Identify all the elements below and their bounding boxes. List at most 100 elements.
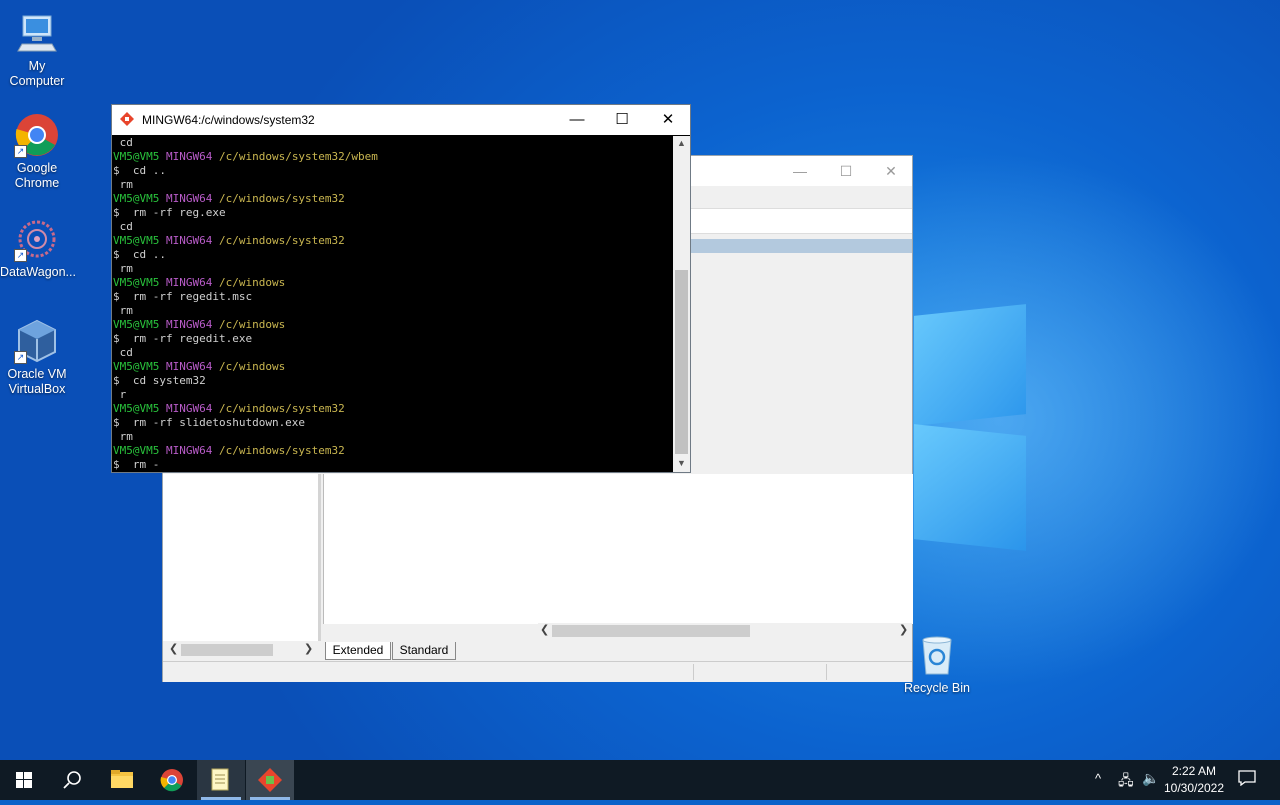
status-divider — [826, 664, 827, 680]
git-bash-icon — [120, 112, 134, 126]
prompt-system: MINGW64 — [159, 360, 213, 373]
tab-standard[interactable]: Standard — [392, 642, 456, 660]
datawagon-icon: ↗ — [14, 216, 60, 262]
prompt-path: /c/windows/system32 — [212, 402, 345, 415]
scroll-thumb[interactable] — [552, 625, 750, 637]
scroll-left-icon[interactable]: ❮ — [169, 642, 178, 655]
prompt-path: /c/windows — [212, 360, 286, 373]
windows-logo-pane-2 — [914, 424, 1026, 551]
git-bash-icon — [258, 768, 282, 792]
terminal-prompt-line: VM5@VM5 MINGW64 /c/windows/system32 — [113, 234, 672, 248]
taskbar-git-bash[interactable] — [246, 760, 294, 800]
shortcut-arrow-icon: ↗ — [14, 249, 27, 262]
desktop-icon-label: Google Chrome — [14, 161, 60, 190]
prompt-system: MINGW64 — [159, 150, 213, 163]
close-button[interactable]: ✕ — [645, 105, 691, 135]
taskbar-chrome[interactable] — [148, 760, 196, 800]
terminal-prompt-line: VM5@VM5 MINGW64 /c/windows — [113, 360, 672, 374]
prompt-system: MINGW64 — [159, 192, 213, 205]
right-hscrollbar[interactable]: ❮ ❯ — [538, 623, 912, 639]
close-button[interactable]: ✕ — [868, 156, 914, 186]
terminal-titlebar[interactable]: MINGW64:/c/windows/system32 — ☐ ✕ — [112, 105, 690, 135]
desktop-icon-label: Recycle Bin — [904, 681, 970, 695]
search-icon — [63, 771, 81, 789]
scroll-thumb[interactable] — [675, 270, 688, 454]
prompt-path: /c/windows — [212, 276, 286, 289]
terminal-output[interactable]: cd VM5@VM5 MINGW64 /c/windows/system32/wb… — [113, 136, 672, 472]
terminal-line: $ rm -rf regedit.msc — [113, 290, 253, 303]
scroll-thumb[interactable] — [181, 644, 273, 656]
minimize-button[interactable]: — — [554, 105, 600, 135]
minimize-button[interactable]: — — [777, 156, 823, 186]
terminal-window[interactable]: MINGW64:/c/windows/system32 — ☐ ✕ cd VM5@… — [111, 104, 691, 473]
terminal-line: rm — [113, 178, 133, 191]
scroll-right-icon[interactable]: ❯ — [304, 642, 313, 655]
terminal-prompt-line: VM5@VM5 MINGW64 /c/windows/system32 — [113, 402, 672, 416]
prompt-user: VM5@VM5 — [113, 360, 160, 373]
prompt-user: VM5@VM5 — [113, 192, 160, 205]
taskbar: ^ 🖧 🔈 2:22 AM 10/30/2022 — [0, 760, 1280, 800]
terminal-prompt-line: VM5@VM5 MINGW64 /c/windows — [113, 276, 672, 290]
terminal-scrollbar[interactable]: ▲ ▼ — [673, 136, 690, 472]
status-divider — [693, 664, 694, 680]
desktop-icon-label: DataWagon... — [0, 265, 76, 279]
prompt-path: /c/windows/system32/wbem — [212, 150, 378, 163]
desktop: My Computer ↗ Google Chrome ↗ DataWagon.… — [0, 0, 1280, 760]
prompt-user: VM5@VM5 — [113, 318, 160, 331]
prompt-path: /c/windows/system32 — [212, 234, 345, 247]
prompt-system: MINGW64 — [159, 444, 213, 457]
prompt-user: VM5@VM5 — [113, 402, 160, 415]
terminal-line: rm — [113, 304, 133, 317]
right-pane[interactable] — [323, 474, 913, 624]
desktop-icon-label: My Computer — [9, 59, 65, 88]
clock-date[interactable]: 10/30/2022 — [1162, 781, 1226, 795]
scroll-right-icon[interactable]: ❯ — [899, 623, 908, 636]
desktop-icon-my-computer[interactable]: My Computer — [0, 10, 74, 89]
prompt-system: MINGW64 — [159, 402, 213, 415]
chrome-icon — [160, 769, 183, 792]
terminal-line: $ rm -rf reg.exe — [113, 206, 226, 219]
chevron-up-icon[interactable]: ^ — [1095, 771, 1101, 786]
virtualbox-icon: ↗ — [14, 318, 60, 364]
scroll-up-icon[interactable]: ▲ — [677, 138, 686, 148]
windows-start-icon — [16, 772, 32, 788]
terminal-line: rm — [113, 262, 133, 275]
notification-icon[interactable] — [1238, 770, 1256, 787]
desktop-icon-label: Oracle VM VirtualBox — [7, 367, 67, 396]
desktop-icon-virtualbox[interactable]: ↗ Oracle VM VirtualBox — [0, 318, 74, 397]
volume-icon[interactable]: 🔈 — [1142, 770, 1159, 787]
computer-icon — [14, 10, 60, 56]
scroll-down-icon[interactable]: ▼ — [677, 458, 686, 468]
terminal-prompt-line: VM5@VM5 MINGW64 /c/windows — [113, 318, 672, 332]
search-button[interactable] — [48, 760, 96, 800]
terminal-line: $ cd system32 — [113, 374, 206, 387]
terminal-line: cd — [113, 346, 133, 359]
folder-icon — [111, 770, 133, 788]
terminal-line: $ rm -rf regedit.exe — [113, 332, 253, 345]
prompt-system: MINGW64 — [159, 234, 213, 247]
left-pane[interactable] — [163, 474, 321, 641]
terminal-line: rm — [113, 430, 133, 443]
network-icon[interactable]: 🖧 — [1118, 770, 1134, 794]
prompt-path: /c/windows — [212, 318, 286, 331]
terminal-title: MINGW64:/c/windows/system32 — [142, 113, 315, 127]
desktop-icon-google-chrome[interactable]: ↗ Google Chrome — [0, 112, 74, 191]
shortcut-arrow-icon: ↗ — [14, 351, 27, 364]
clock-time[interactable]: 2:22 AM — [1162, 764, 1226, 778]
taskbar-notepad[interactable] — [197, 760, 245, 800]
tab-extended[interactable]: Extended — [325, 642, 391, 660]
terminal-line: $ cd .. — [113, 164, 166, 177]
left-hscrollbar[interactable]: ❮ ❯ — [163, 642, 318, 658]
prompt-user: VM5@VM5 — [113, 234, 160, 247]
desktop-icon-datawagon[interactable]: ↗ DataWagon... — [0, 216, 76, 280]
selected-row[interactable] — [691, 239, 912, 253]
prompt-user: VM5@VM5 — [113, 150, 160, 163]
maximize-button[interactable]: ☐ — [823, 156, 869, 186]
scroll-left-icon[interactable]: ❮ — [540, 623, 549, 636]
prompt-path: /c/windows/system32 — [212, 192, 345, 205]
prompt-path: /c/windows/system32 — [212, 444, 345, 457]
taskbar-file-explorer[interactable] — [98, 760, 146, 800]
recycle-bin-icon — [914, 632, 960, 678]
start-button[interactable] — [0, 760, 48, 800]
maximize-button[interactable]: ☐ — [599, 105, 645, 135]
